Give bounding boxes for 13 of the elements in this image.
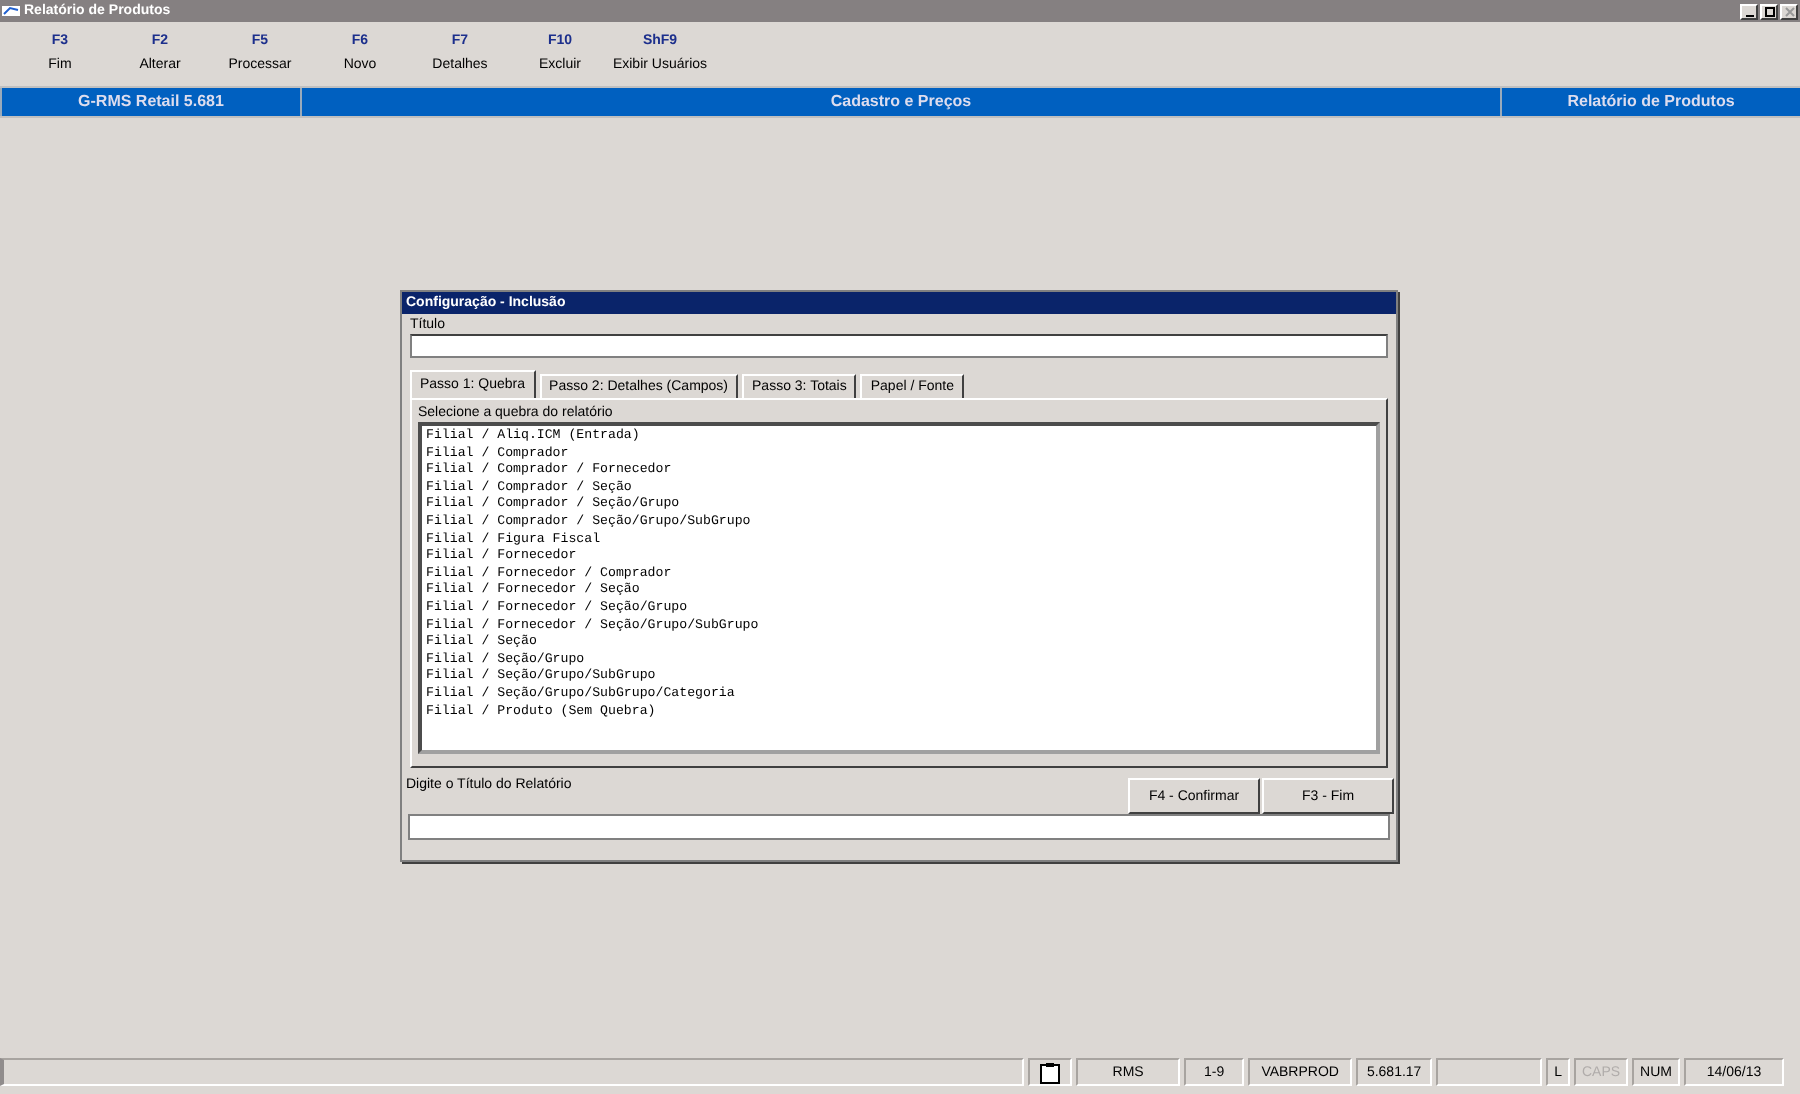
- restore-icon: [1763, 5, 1775, 17]
- title-input[interactable]: [410, 334, 1388, 358]
- restore-button[interactable]: [1760, 3, 1778, 19]
- clipboard-icon[interactable]: [1040, 1061, 1061, 1083]
- app-icon: [2, 4, 20, 18]
- minimize-button[interactable]: [1740, 3, 1758, 19]
- app-name: G-RMS Retail 5.681: [0, 88, 300, 116]
- list-box[interactable]: [418, 422, 1380, 754]
- screen-title: Relatório de Produtos: [1500, 88, 1800, 116]
- status-cell: [1436, 1058, 1543, 1086]
- module-title: Cadastro e Preços: [300, 88, 1500, 116]
- close-button[interactable]: [1780, 3, 1798, 19]
- close-icon: [1783, 5, 1795, 17]
